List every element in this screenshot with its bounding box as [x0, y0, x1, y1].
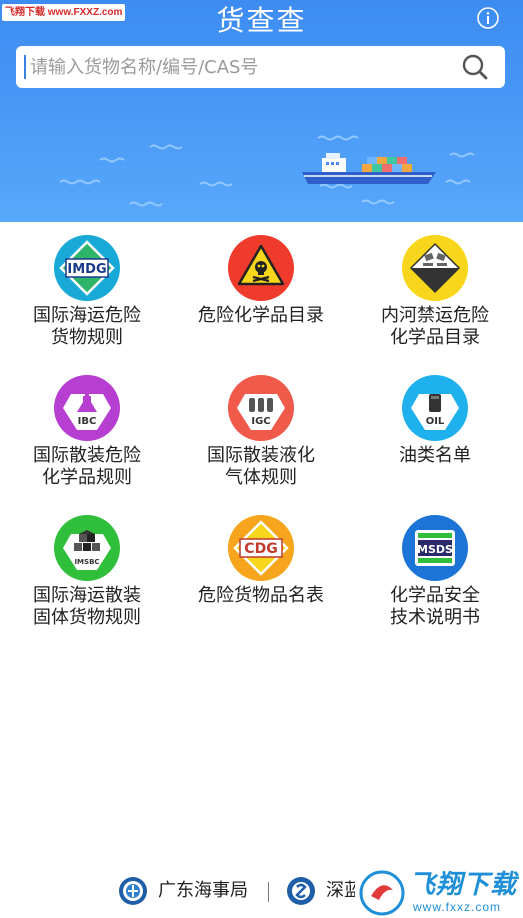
- category-igc[interactable]: IGC 国际散装液化 气体规则: [174, 362, 348, 502]
- watermark-logo-icon: [359, 870, 405, 916]
- maritime-bureau-logo: [119, 877, 147, 905]
- category-inland-prohibited[interactable]: 内河禁运危险 化学品目录: [348, 222, 522, 362]
- skull-hazard-icon: [228, 235, 294, 301]
- msds-icon: MSDS: [402, 515, 468, 581]
- imdg-icon: IMDG: [54, 235, 120, 301]
- svg-text:IGC: IGC: [251, 416, 270, 427]
- category-label: 危险化学品目录: [198, 305, 324, 326]
- category-cdg[interactable]: CDG 危险货物品名表: [174, 502, 348, 642]
- info-icon[interactable]: [476, 6, 500, 30]
- category-label: 内河禁运危险 化学品目录: [381, 305, 489, 348]
- oil-icon: OIL: [402, 375, 468, 441]
- footer: 广东海事局 深蓝 飞翔下载 www.fxxz.com: [0, 868, 523, 918]
- svg-text:MSDS: MSDS: [417, 543, 453, 556]
- footer-divider: [268, 882, 269, 902]
- igc-icon: IGC: [228, 375, 294, 441]
- search-input[interactable]: [24, 55, 454, 79]
- svg-text:CDG: CDG: [244, 541, 277, 557]
- search-bar[interactable]: [16, 46, 505, 88]
- search-icon[interactable]: [461, 53, 489, 81]
- svg-text:IMDG: IMDG: [67, 262, 106, 277]
- watermark-text: 飞翔下载: [409, 870, 518, 900]
- watermark-badge: 飞翔下载 www.fxxz.com: [355, 870, 523, 916]
- header-banner: 飞翔下载 www.FXXZ.com 货查查: [0, 0, 523, 222]
- category-label: 国际海运散装 固体货物规则: [33, 585, 141, 628]
- svg-text:OIL: OIL: [426, 416, 445, 427]
- category-oil[interactable]: OIL 油类名单: [348, 362, 522, 502]
- category-imsbc[interactable]: IMSBC 国际海运散装 固体货物规则: [0, 502, 174, 642]
- org-name-guangdong: 广东海事局: [158, 880, 248, 901]
- corrosive-icon: [402, 235, 468, 301]
- category-msds[interactable]: MSDS 化学品安全 技术说明书: [348, 502, 522, 642]
- imsbc-icon: IMSBC: [54, 515, 120, 581]
- category-label: 危险货物品名表: [198, 585, 324, 606]
- watermark-url: www.fxxz.com: [413, 900, 502, 914]
- ibc-icon: IBC: [54, 375, 120, 441]
- svg-text:IMSBC: IMSBC: [74, 558, 99, 566]
- category-label: 国际海运危险 货物规则: [33, 305, 141, 348]
- category-ibc[interactable]: IBC 国际散装危险 化学品规则: [0, 362, 174, 502]
- app-title: 货查查: [216, 4, 307, 37]
- category-imdg[interactable]: IMDG 国际海运危险 货物规则: [0, 222, 174, 362]
- category-label: 油类名单: [399, 445, 471, 466]
- category-label: 化学品安全 技术说明书: [390, 585, 480, 628]
- ship-illustration: [59, 135, 475, 207]
- svg-text:IBC: IBC: [78, 416, 97, 427]
- category-label: 国际散装液化 气体规则: [207, 445, 315, 488]
- shenlan-logo: [287, 877, 315, 905]
- cdg-icon: CDG: [228, 515, 294, 581]
- category-hazardous-chemicals[interactable]: 危险化学品目录: [174, 222, 348, 362]
- category-label: 国际散装危险 化学品规则: [33, 445, 141, 488]
